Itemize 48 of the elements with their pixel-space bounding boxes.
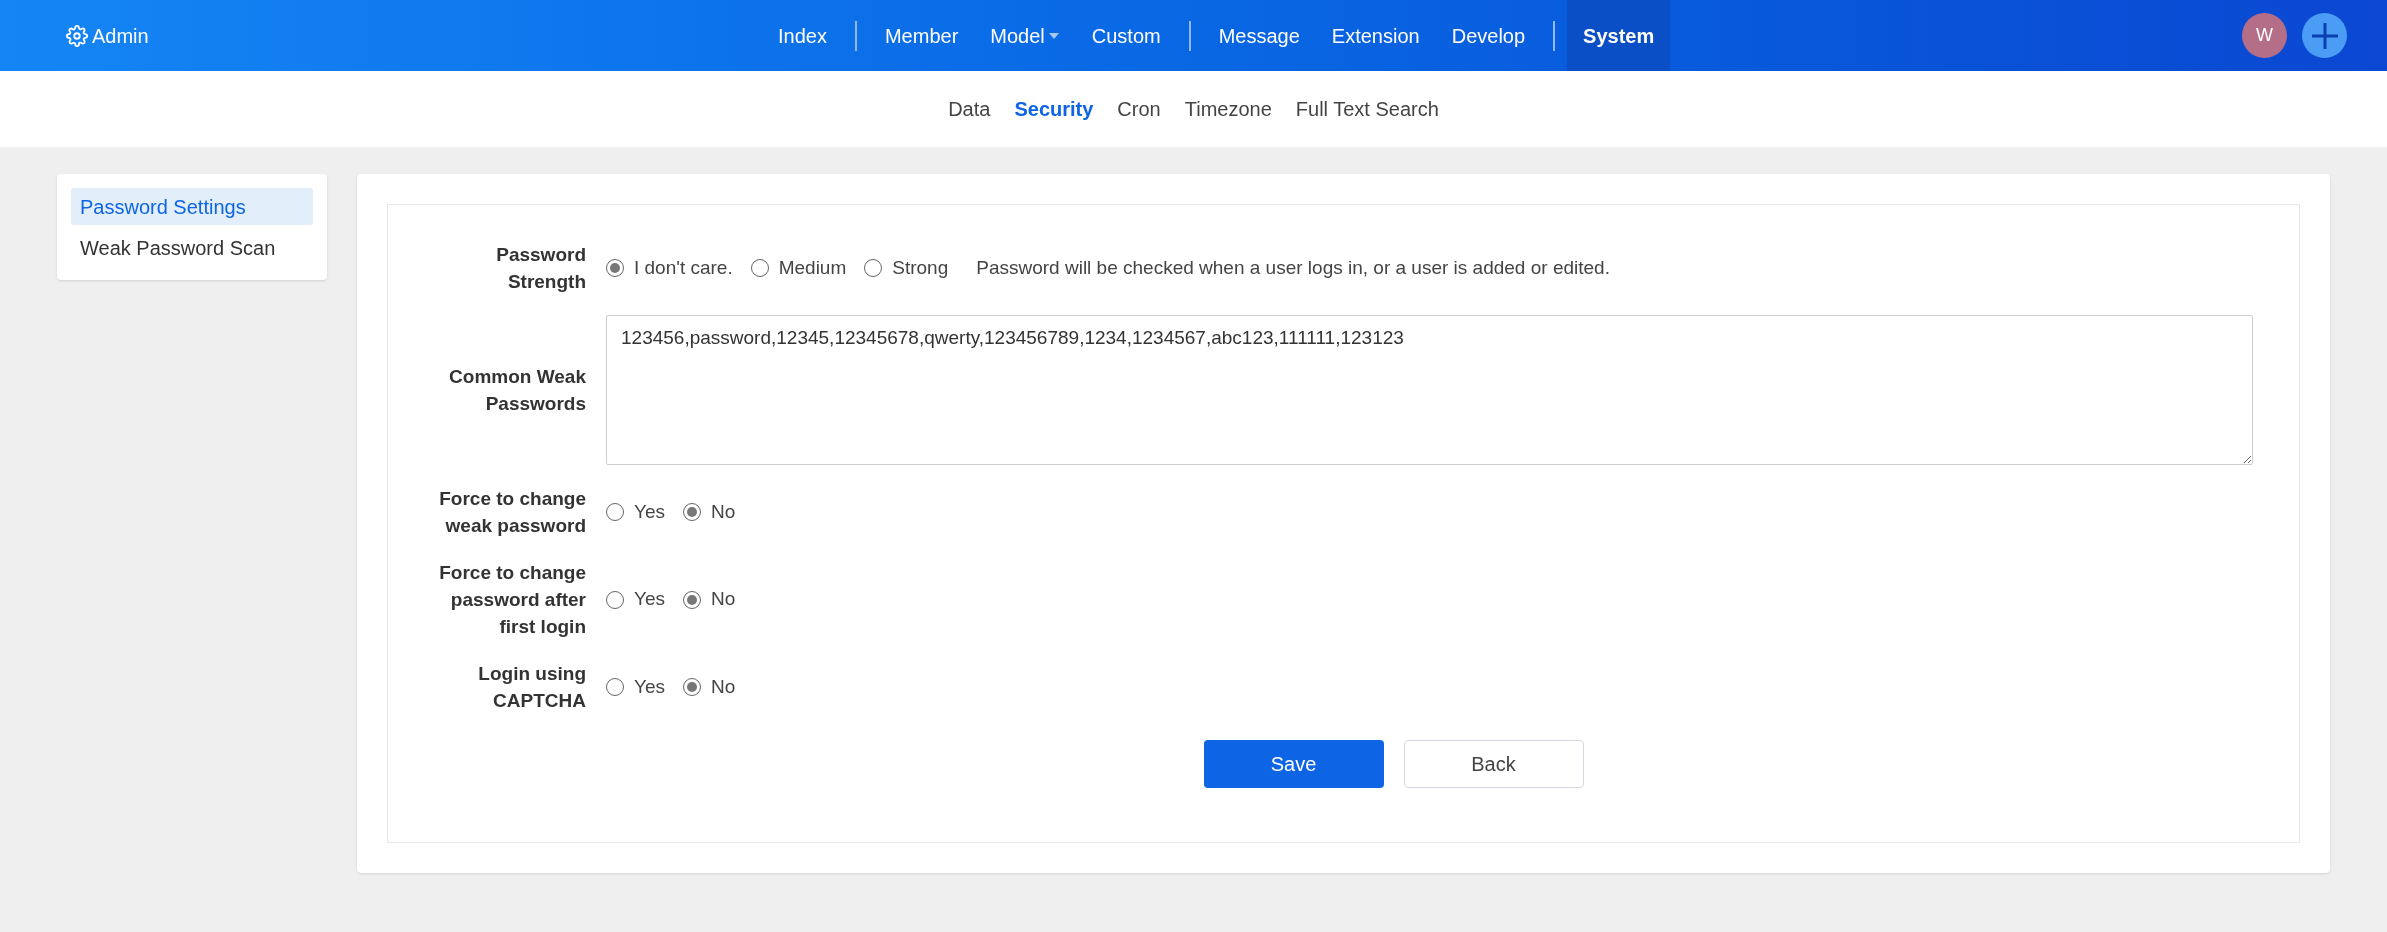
radio-label: No [711,674,736,699]
radio-label: Strong [892,255,949,280]
nav-item[interactable]: Message [1202,0,1316,71]
radio-label: Yes [634,674,665,699]
radio-button[interactable] [683,503,701,521]
nav-item[interactable]: Custom [1075,0,1177,71]
radio-label: No [711,587,736,612]
sub-nav-tab[interactable]: Data [948,94,991,124]
radio-label: I don't care. [634,255,733,280]
radio-label: Yes [634,499,665,524]
hint-text: Password will be checked when a user logs in, or a user is added or edited. [976,255,1610,280]
sub-nav-tab[interactable]: Cron [1117,94,1161,124]
nav-item[interactable]: Extension [1315,0,1436,71]
radio-button[interactable] [683,678,701,696]
field-label: Common Weak Passwords [448,365,586,416]
radio-button[interactable] [606,590,624,609]
settings-icon [66,24,88,47]
back-button[interactable]: Back [1403,740,1584,788]
field-label: Force to change password after first login [438,561,586,639]
nav-item[interactable]: System [1567,0,1671,71]
radio-button[interactable] [683,590,701,609]
sidebar-item[interactable]: Password Settings [71,188,313,225]
radio-button[interactable] [606,259,624,277]
radio-label: No [711,499,736,524]
brand-link[interactable]: Admin [92,20,149,51]
caret-icon [1047,31,1060,40]
radio-button[interactable] [606,503,624,521]
nav-item[interactable]: Develop [1435,0,1542,71]
sub-nav-tab[interactable]: Timezone [1184,94,1272,124]
add-button[interactable] [2302,13,2347,58]
plus-icon [2309,20,2340,51]
field-label: Password Strength [495,243,586,294]
weak-passwords-field[interactable]: 123456,password,12345,12345678,qwerty,123456789,1234,1234567,abc123,111111,123123 [606,315,2253,465]
nav-item[interactable]: Index [762,0,843,71]
field-label: Force to change weak password [438,487,586,538]
radio-label: Medium [778,255,847,280]
save-button[interactable]: Save [1203,740,1384,788]
user-avatar[interactable]: W [2242,13,2287,58]
radio-button[interactable] [606,678,624,696]
sub-nav-tab[interactable]: Security [1014,94,1094,124]
field-label: Login using CAPTCHA [477,662,586,713]
sub-nav-tab[interactable]: Full Text Search [1295,94,1439,124]
nav-item[interactable]: Model [974,0,1076,71]
radio-label: Yes [634,587,665,612]
nav-item[interactable]: Member [868,0,975,71]
sidebar-item[interactable]: Weak Password Scan [71,229,313,266]
radio-button[interactable] [750,259,769,277]
radio-button[interactable] [864,259,883,277]
